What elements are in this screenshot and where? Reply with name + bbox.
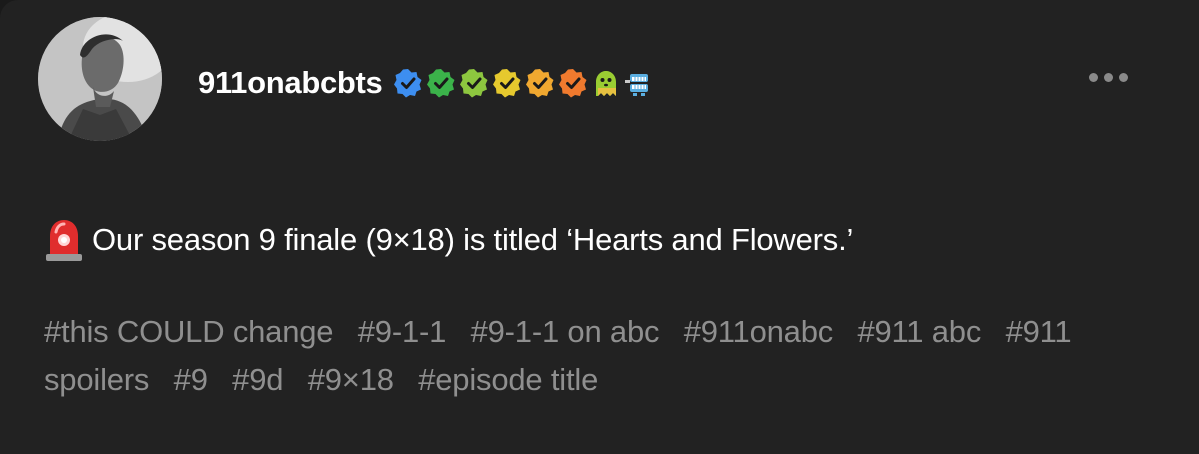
post-header: 911onabcbts	[198, 58, 654, 108]
post-card: 911onabcbts Our season 9 finale (9×18) i…	[0, 0, 1199, 454]
police-siren-icon	[46, 220, 82, 261]
avatar[interactable]	[38, 17, 162, 141]
tag-link[interactable]: #9-1-1 on abc	[471, 314, 660, 349]
verified-check-icon[interactable]	[558, 68, 588, 98]
post-body-text: Our season 9 finale (9×18) is titled ‘He…	[92, 222, 854, 257]
tag-link[interactable]: #9×18	[308, 362, 394, 397]
post-body: Our season 9 finale (9×18) is titled ‘He…	[44, 218, 853, 262]
avatar-photo	[38, 17, 162, 141]
tag-link[interactable]: #this COULD change	[44, 314, 334, 349]
verified-check-icon[interactable]	[525, 68, 555, 98]
tag-list: #this COULD change #9-1-1 #9-1-1 on abc …	[44, 308, 1154, 404]
verified-check-icon[interactable]	[492, 68, 522, 98]
verified-check-icon[interactable]	[426, 68, 456, 98]
tag-link[interactable]: #9-1-1	[358, 314, 447, 349]
badge-list	[393, 68, 654, 98]
chattering-teeth-icon[interactable]	[624, 68, 654, 98]
verified-check-icon[interactable]	[393, 68, 423, 98]
tag-link[interactable]: #9d	[232, 362, 283, 397]
tag-link[interactable]: #911 abc	[857, 314, 981, 349]
tag-link[interactable]: #episode title	[418, 362, 598, 397]
verified-check-icon[interactable]	[459, 68, 489, 98]
ghost-emoji-icon[interactable]	[591, 68, 621, 98]
more-options-button[interactable]	[1078, 62, 1138, 92]
tag-link[interactable]: #911onabc	[684, 314, 834, 349]
more-dot	[1118, 72, 1128, 82]
more-dot	[1088, 72, 1098, 82]
username-link[interactable]: 911onabcbts	[198, 65, 383, 101]
tag-link[interactable]: #9	[174, 362, 208, 397]
more-dot	[1103, 72, 1113, 82]
